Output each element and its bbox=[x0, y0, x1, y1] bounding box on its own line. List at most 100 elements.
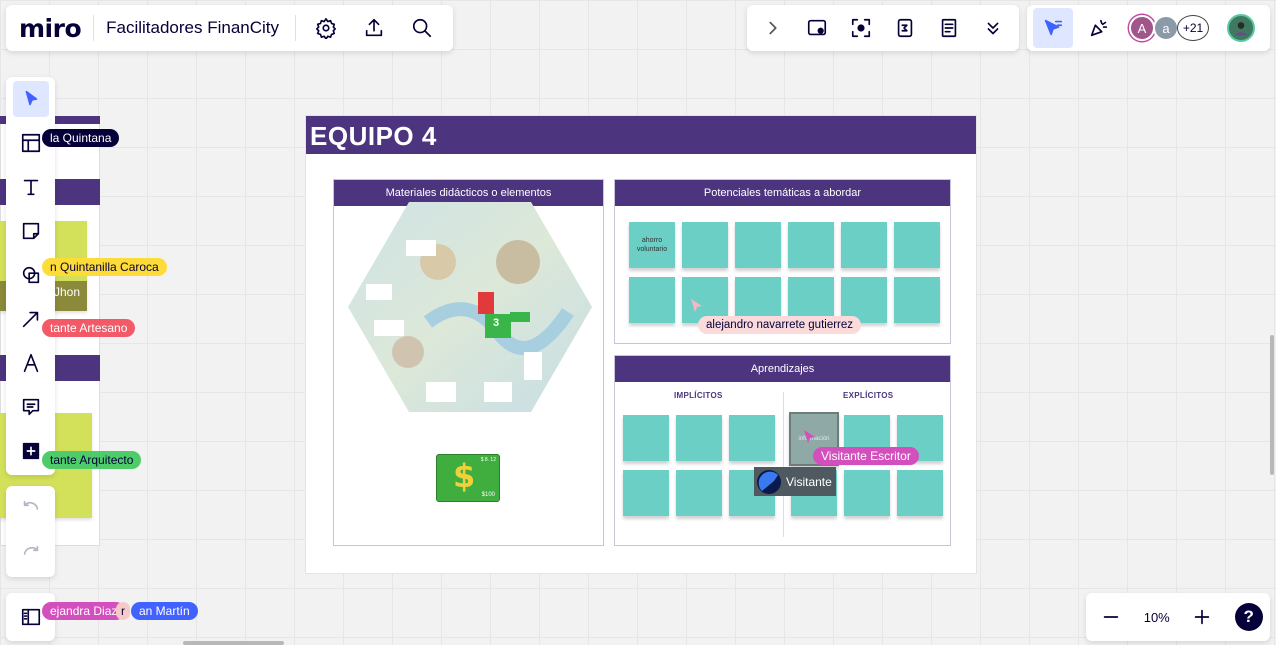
sticky-note[interactable] bbox=[676, 415, 722, 461]
notes-button[interactable] bbox=[931, 10, 967, 46]
focus-icon bbox=[851, 18, 871, 38]
sticky-note[interactable] bbox=[788, 222, 834, 268]
sticky-note[interactable] bbox=[894, 222, 940, 268]
select-tool[interactable] bbox=[12, 81, 49, 117]
sticky-note[interactable] bbox=[735, 222, 781, 268]
double-chevron-down-icon bbox=[987, 22, 999, 35]
card-value: $100 bbox=[481, 492, 495, 498]
cursor-tag: r bbox=[116, 602, 130, 620]
help-button[interactable]: ? bbox=[1234, 603, 1263, 631]
sticky-note[interactable] bbox=[623, 470, 669, 516]
explicit-label: EXPLÍCITOS bbox=[843, 391, 894, 400]
comment-tool[interactable] bbox=[13, 389, 49, 425]
divider bbox=[93, 15, 95, 41]
cursor-tag: an Martín bbox=[131, 602, 198, 620]
game-board-image[interactable]: 3 bbox=[348, 202, 592, 412]
zoom-panel: 10% ? bbox=[1086, 593, 1270, 641]
pointer-icon bbox=[25, 90, 37, 106]
plus-icon bbox=[1194, 609, 1210, 625]
money-card[interactable]: $ $ 8. 12 $100 bbox=[436, 454, 500, 502]
text-icon bbox=[23, 179, 38, 196]
undo-icon bbox=[23, 500, 38, 510]
cursor-tag: n Quintanilla Caroca bbox=[42, 258, 167, 276]
pen-tool[interactable] bbox=[13, 345, 49, 381]
card-top-value: $ 8. 12 bbox=[480, 457, 496, 463]
sticky-note[interactable] bbox=[841, 222, 887, 268]
expand-button[interactable] bbox=[755, 10, 791, 46]
chevron-right-icon bbox=[769, 21, 777, 35]
redo-button[interactable] bbox=[13, 536, 49, 572]
cursor-pointer-icon bbox=[691, 299, 702, 312]
column-divider bbox=[783, 392, 784, 537]
timer-icon bbox=[897, 18, 913, 38]
visitor-label: Visitante bbox=[786, 474, 832, 489]
cursor-tag: Visitante Escritor bbox=[813, 447, 919, 465]
top-left-bar: miro Facilitadores FinanCity bbox=[6, 5, 453, 51]
cursor-tag: Jhon bbox=[54, 285, 81, 299]
section-materials[interactable]: Materiales didácticos o elementos 3 $ $ … bbox=[333, 179, 604, 546]
vertical-scrollbar[interactable] bbox=[1270, 335, 1274, 475]
sticky-note[interactable] bbox=[676, 470, 722, 516]
top-right-tools bbox=[747, 5, 1019, 51]
search-button[interactable] bbox=[404, 10, 440, 46]
frame-title: EQUIPO 4 bbox=[306, 116, 976, 154]
section-title: Aprendizajes bbox=[615, 356, 950, 382]
sticky-note[interactable] bbox=[897, 470, 943, 516]
sticky-note-tool[interactable] bbox=[13, 213, 49, 249]
present-button[interactable] bbox=[799, 10, 835, 46]
sticky-note[interactable] bbox=[844, 470, 890, 516]
avatar[interactable]: A bbox=[1129, 15, 1155, 41]
sticky-note[interactable] bbox=[682, 222, 728, 268]
screen-icon bbox=[807, 19, 827, 36]
visitor-avatar-icon bbox=[757, 469, 781, 494]
cursor-follow-button[interactable] bbox=[1033, 8, 1073, 48]
cursor-lines-icon bbox=[1044, 19, 1063, 36]
avatar[interactable]: a bbox=[1153, 15, 1179, 41]
sticky-note[interactable] bbox=[894, 277, 940, 323]
avatar-stack: A a +21 bbox=[1129, 15, 1209, 41]
undo-button[interactable] bbox=[13, 491, 49, 527]
document-icon bbox=[941, 18, 957, 38]
search-icon bbox=[412, 18, 432, 38]
board-title[interactable]: Facilitadores FinanCity bbox=[106, 18, 279, 38]
cursor-tag: tante Arquitecto bbox=[42, 451, 142, 469]
implicit-label: IMPLÍCITOS bbox=[674, 391, 723, 400]
upload-icon bbox=[365, 18, 383, 37]
miro-logo[interactable]: miro bbox=[19, 14, 82, 43]
top-right-collab: A a +21 bbox=[1027, 5, 1270, 51]
party-icon bbox=[1090, 19, 1108, 37]
zoom-in-button[interactable] bbox=[1184, 599, 1220, 635]
sticky-note[interactable] bbox=[629, 277, 675, 323]
zoom-out-button[interactable] bbox=[1093, 599, 1129, 635]
dollar-icon: $ bbox=[453, 457, 476, 495]
cursor-tag: ejandra Diaz bbox=[42, 602, 126, 620]
user-photo-icon bbox=[1235, 22, 1247, 36]
cursor-tag: alejandro navarrete gutierrez bbox=[698, 316, 862, 334]
pen-icon bbox=[23, 353, 38, 373]
visitor-badge: Visitante bbox=[754, 467, 836, 496]
share-button[interactable] bbox=[356, 10, 392, 46]
more-tools-button[interactable] bbox=[975, 10, 1011, 46]
frame-equipo-4[interactable]: EQUIPO 4 Materiales didácticos o element… bbox=[305, 115, 977, 574]
plus-square-icon bbox=[22, 442, 39, 460]
sticky-note[interactable] bbox=[729, 415, 775, 461]
settings-button[interactable] bbox=[308, 10, 344, 46]
sticky-note[interactable]: ahorro voluntario bbox=[629, 222, 675, 268]
undo-redo-panel bbox=[6, 486, 55, 577]
horizontal-scrollbar[interactable] bbox=[183, 641, 284, 645]
section-title: Potenciales temáticas a abordar bbox=[615, 180, 950, 206]
text-tool[interactable] bbox=[13, 169, 49, 205]
zoom-level[interactable]: 10% bbox=[1144, 610, 1170, 625]
gear-icon bbox=[316, 18, 337, 39]
more-users-badge[interactable]: +21 bbox=[1177, 15, 1209, 41]
redo-icon bbox=[23, 546, 38, 556]
sticky-note[interactable] bbox=[623, 415, 669, 461]
focus-button[interactable] bbox=[843, 10, 879, 46]
cursor-tag: tante Artesano bbox=[42, 319, 136, 337]
sticky-note-icon bbox=[22, 222, 39, 240]
timer-button[interactable] bbox=[887, 10, 923, 46]
celebrate-button[interactable] bbox=[1081, 10, 1117, 46]
cursor-tag: la Quintana bbox=[42, 129, 120, 147]
own-avatar[interactable] bbox=[1227, 14, 1255, 42]
divider bbox=[295, 15, 297, 41]
